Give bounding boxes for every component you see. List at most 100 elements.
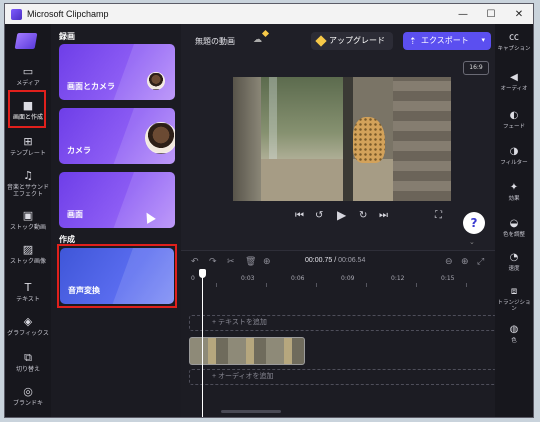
project-title[interactable]: 無題の動画 <box>195 36 235 47</box>
current-time: 00:00.75 <box>305 257 333 264</box>
export-button[interactable]: ⇡ エクスポート ▾ <box>403 32 491 50</box>
nav-item-templates[interactable]: ⊞ テンプレート <box>5 136 51 158</box>
clipchamp-logo-icon <box>11 8 22 20</box>
upgrade-button[interactable]: アップグレード <box>311 32 393 50</box>
prop-speed[interactable]: ◔ 速度 <box>495 252 533 272</box>
undo-icon[interactable]: ↶ <box>191 257 199 267</box>
nav-label: グラフィックス <box>7 330 49 337</box>
folder-icon: ▭ <box>22 65 34 78</box>
help-button[interactable]: ? <box>463 212 485 234</box>
prop-label: 色を調整 <box>502 232 525 238</box>
brand-kit-icon: ◎ <box>23 385 33 398</box>
graphics-icon: ◈ <box>23 315 33 328</box>
add-media-icon[interactable]: ⊕ <box>263 257 271 267</box>
close-button[interactable]: ✕ <box>505 9 533 20</box>
premium-gem-icon <box>261 29 270 38</box>
cheetah-figure <box>353 117 385 163</box>
split-icon[interactable]: ✂ <box>227 257 235 267</box>
rewind-5s-icon[interactable]: ↺ <box>315 210 323 221</box>
preview-wall <box>233 77 261 201</box>
transition-icon: ⧈ <box>510 286 518 297</box>
card-label: カメラ <box>67 146 91 155</box>
chevron-down-icon: ▾ <box>481 37 485 44</box>
card-screen-and-camera[interactable]: 画面とカメラ <box>59 44 175 100</box>
playhead[interactable] <box>202 271 203 417</box>
redo-icon[interactable]: ↷ <box>209 257 217 267</box>
forward-5s-icon[interactable]: ↻ <box>359 210 367 221</box>
left-nav: ▭ メディア ■ 画面と作成 ⊞ テンプレート ♫ 音楽とサウンドエフェクト ▣… <box>5 24 51 417</box>
captions-icon: ㏄ <box>509 32 519 43</box>
card-camera[interactable]: カメラ <box>59 108 175 164</box>
chevron-down-icon[interactable]: ⌄ <box>469 238 475 246</box>
editor-topbar: 無題の動画 ☁ アップグレード ⇡ エクスポート ▾ <box>181 24 497 58</box>
maximize-button[interactable]: ☐ <box>477 9 505 20</box>
zoom-in-icon[interactable]: ⊕ <box>461 257 469 267</box>
fade-icon: ◐ <box>509 110 519 121</box>
music-icon: ♫ <box>23 169 33 182</box>
prop-audio[interactable]: ◀ オーディオ <box>495 72 533 92</box>
transition-icon: ⧉ <box>24 351 32 364</box>
play-button[interactable]: ▶ <box>337 208 346 222</box>
prop-effects[interactable]: ✦ 効果 <box>495 182 533 202</box>
prop-filters[interactable]: ◑ フィルター <box>495 146 533 166</box>
minimize-button[interactable]: — <box>449 9 477 20</box>
prop-color[interactable]: ◍ 色 <box>495 324 533 344</box>
card-label: 画面 <box>67 210 83 219</box>
nav-item-stock-image[interactable]: ▨ ストック画像 <box>5 244 51 266</box>
prop-fade[interactable]: ◐ フェード <box>495 110 533 130</box>
prop-adjust-colors[interactable]: ◒ 色を調整 <box>495 218 533 238</box>
nav-item-text[interactable]: T テキスト <box>5 281 51 304</box>
nav-item-stock-video[interactable]: ▣ ストック動画 <box>5 210 51 232</box>
window-title: Microsoft Clipchamp <box>27 9 109 19</box>
tick-mark <box>266 283 267 287</box>
playhead-handle[interactable] <box>199 269 206 278</box>
prop-label: トランジション <box>497 300 531 312</box>
fit-to-screen-icon[interactable]: ⤢ <box>477 257 484 267</box>
skip-forward-icon[interactable]: ⏭ <box>379 210 388 221</box>
timeline-scrollbar[interactable] <box>221 410 281 413</box>
color-icon: ◍ <box>509 324 519 335</box>
text-icon: T <box>24 281 32 294</box>
nav-item-graphics[interactable]: ◈ グラフィックス <box>5 315 51 338</box>
nav-label: 切り替え <box>15 366 40 373</box>
card-label: 画面とカメラ <box>67 82 115 91</box>
tick-mark <box>416 283 417 287</box>
nav-item-transitions[interactable]: ⧉ 切り替え <box>5 351 51 374</box>
upgrade-label: アップグレード <box>329 36 385 45</box>
prop-label: キャプション <box>497 46 531 52</box>
prop-captions[interactable]: ㏄ キャプション <box>495 32 533 52</box>
cloud-sync-off-icon: ☁ <box>253 35 262 45</box>
prop-label: 効果 <box>508 196 520 202</box>
nav-item-media[interactable]: ▭ メディア <box>5 65 51 88</box>
card-decoration <box>113 44 175 100</box>
delete-icon[interactable]: 🗑 <box>245 257 256 267</box>
audio-track-dropzone[interactable]: + オーディオを追加 <box>189 369 497 385</box>
prop-label: フィルター <box>500 160 528 166</box>
card-screen[interactable]: 画面 <box>59 172 175 228</box>
tick-label: 0:12 <box>391 275 405 282</box>
prop-transition[interactable]: ⧈ トランジション <box>495 286 533 312</box>
zoom-out-icon[interactable]: ⊖ <box>445 257 453 267</box>
aspect-ratio-button[interactable]: 16:9 <box>463 61 489 75</box>
tick-label: 0:15 <box>441 275 455 282</box>
section-heading-record: 録画 <box>59 32 75 41</box>
nav-label: 音楽とサウンドエフェクト <box>6 184 49 198</box>
skip-back-icon[interactable]: ⏮ <box>295 210 304 221</box>
video-preview <box>233 77 451 201</box>
nav-label: ストック動画 <box>9 224 46 231</box>
gem-icon <box>315 35 327 47</box>
filter-icon: ◑ <box>509 146 519 157</box>
presenter-avatar <box>145 122 175 154</box>
prop-label: 色 <box>511 338 517 344</box>
export-label: エクスポート <box>421 36 469 45</box>
video-clip[interactable] <box>189 337 305 365</box>
text-track-dropzone[interactable]: + テキストを追加 <box>189 315 497 331</box>
fullscreen-icon[interactable]: ⛶ <box>435 210 442 221</box>
total-time: 00:06.54 <box>338 257 366 264</box>
timeline-ruler[interactable]: 0 0:03 0:06 0:09 0:12 0:15 <box>191 275 497 287</box>
upload-icon: ⇡ <box>409 36 417 46</box>
record-create-panel: 録画 画面とカメラ カメラ 画面 作成 音声変換 <box>51 24 181 417</box>
nav-item-brand-kit[interactable]: ◎ ブランドキ <box>5 385 51 408</box>
nav-item-music-sfx[interactable]: ♫ 音楽とサウンドエフェクト <box>5 169 51 199</box>
tick-mark <box>466 283 467 287</box>
